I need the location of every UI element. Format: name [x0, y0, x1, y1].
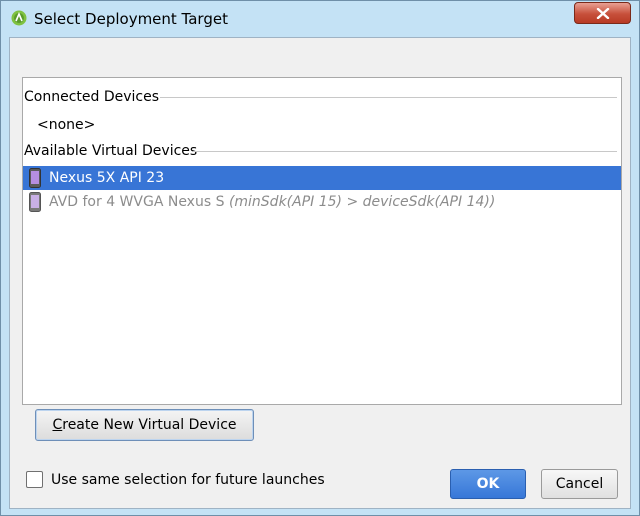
device-name: AVD for 4 WVGA Nexus S — [49, 194, 225, 210]
window-title: Select Deployment Target — [34, 10, 228, 28]
close-icon — [596, 8, 610, 19]
device-sdk-warning: (minSdk(API 15) > deviceSdk(API 14)) — [228, 194, 496, 210]
same-selection-checkbox[interactable] — [26, 471, 43, 488]
device-name: Nexus 5X API 23 — [49, 170, 165, 186]
dialog-window: Select Deployment Target Connected Devic… — [0, 0, 640, 516]
ok-button[interactable]: OK — [450, 469, 526, 499]
device-row-avd-wvga[interactable]: AVD for 4 WVGA Nexus S (minSdk(API 15) >… — [23, 190, 621, 214]
close-button[interactable] — [574, 2, 631, 24]
device-list[interactable]: Connected Devices <none> Available Virtu… — [22, 77, 622, 405]
cancel-button[interactable]: Cancel — [541, 469, 618, 499]
connected-devices-header: Connected Devices — [23, 87, 621, 107]
same-selection-label[interactable]: Use same selection for future launches — [51, 470, 325, 490]
title-bar[interactable]: Select Deployment Target — [1, 1, 639, 37]
separator-line — [160, 97, 617, 98]
device-row-nexus-5x[interactable]: Nexus 5X API 23 — [23, 166, 621, 190]
android-studio-icon — [11, 10, 27, 26]
no-connected-devices-label: <none> — [37, 117, 96, 133]
create-new-virtual-device-button[interactable]: Create New Virtual Device — [35, 409, 254, 441]
separator-line — [193, 151, 617, 152]
same-selection-option[interactable]: Use same selection for future launches — [26, 470, 346, 490]
phone-icon — [29, 192, 41, 220]
dialog-content: Connected Devices <none> Available Virtu… — [9, 37, 631, 509]
available-devices-header: Available Virtual Devices — [23, 141, 621, 161]
